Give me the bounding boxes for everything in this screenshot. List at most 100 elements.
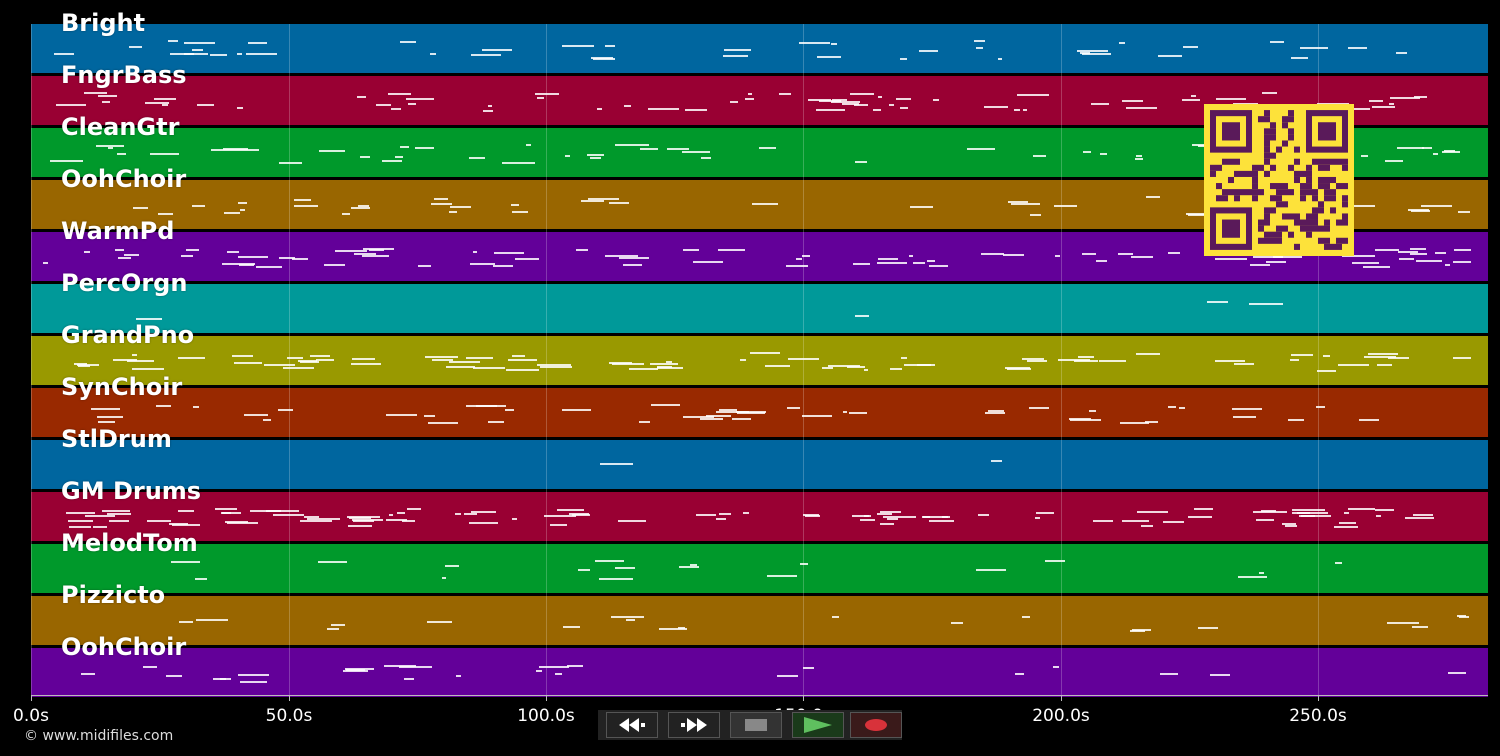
midi-note [68,525,92,528]
midi-note [283,366,315,369]
midi-note [596,108,602,111]
midi-note [1054,205,1077,208]
midi-note [1453,261,1471,264]
tick-mark [803,695,804,701]
track-lane[interactable] [31,492,1488,541]
midi-note [353,519,374,522]
midi-note [180,255,193,258]
midi-note [748,92,753,95]
midi-note [1090,102,1109,105]
midi-note [178,509,194,512]
midi-note [929,519,955,522]
midi-note [593,57,615,60]
midi-note [95,144,124,147]
midi-note [1209,673,1230,676]
track-lane[interactable] [31,596,1488,645]
midi-note [895,97,911,100]
midi-note [1159,672,1179,675]
midi-note [426,620,453,623]
midi-note [1083,150,1091,153]
midi-note [831,616,840,619]
midi-note [1207,300,1229,303]
midi-note [816,109,845,112]
track-label: CleanGtr [61,113,180,141]
midi-note [234,362,262,365]
midi-note [155,404,171,407]
midi-note [350,207,371,210]
midi-note [571,513,591,516]
midi-note [1034,517,1041,520]
midi-note [1131,255,1153,258]
track-lane[interactable] [31,24,1488,73]
record-button[interactable] [850,712,902,738]
track-lane[interactable] [31,440,1488,489]
midi-note [65,512,96,515]
midi-note [766,574,797,577]
midi-note [565,155,571,158]
midi-note [352,357,376,360]
midi-note [427,421,458,424]
fast-forward-icon [681,718,707,732]
track-lane[interactable] [31,388,1488,437]
midi-note [1258,572,1265,575]
midi-note [454,513,461,516]
midi-note [1082,252,1097,255]
midi-note [194,577,207,580]
midi-note [684,108,708,111]
midi-note [650,363,678,365]
midi-note [1376,515,1382,518]
track-lane[interactable] [31,544,1488,593]
fast-forward-button[interactable] [668,712,720,738]
midi-note [878,95,883,98]
grid-line [31,24,32,695]
midi-note [859,518,875,521]
track-lane[interactable] [31,648,1488,697]
midi-note [854,314,870,317]
play-button[interactable] [792,712,844,738]
midi-note [1006,368,1032,371]
stop-button[interactable] [730,712,782,738]
midi-note [611,615,644,618]
midi-note [975,568,1007,571]
midi-note [1215,359,1245,362]
midi-note [1249,303,1283,306]
midi-note [1026,360,1048,363]
midi-note [434,198,448,201]
midi-note [1158,54,1182,57]
midi-note [177,357,206,360]
midi-note [446,365,476,368]
midi-note [909,205,933,208]
midi-note [611,363,644,366]
midi-note [468,521,498,524]
midi-note [115,248,125,251]
track-lane[interactable] [31,284,1488,333]
midi-note [795,258,802,261]
midi-note [1388,102,1394,105]
midi-note [805,515,821,518]
midi-note [512,210,529,213]
qr-code [1204,104,1354,256]
midi-note [1410,210,1431,213]
midi-note [262,419,272,422]
midi-note [1369,100,1383,102]
track-label: WarmPd [61,217,175,245]
midi-note [1409,248,1427,251]
track-lane[interactable] [31,336,1488,385]
midi-note [878,258,898,261]
midi-note [157,212,173,215]
midi-note [928,265,949,268]
midi-note [50,160,84,163]
midi-note [1448,671,1467,674]
track-label: StlDrum [61,425,172,453]
rewind-button[interactable] [606,712,658,738]
midi-note [777,675,798,678]
grid-line [289,24,290,695]
midi-note [132,353,137,356]
midi-note [1081,52,1111,55]
midi-note [406,97,434,100]
midi-note [507,358,538,361]
midi-note [357,95,367,98]
midi-note [505,408,514,411]
midi-note [991,460,1002,463]
midi-note [210,53,228,56]
